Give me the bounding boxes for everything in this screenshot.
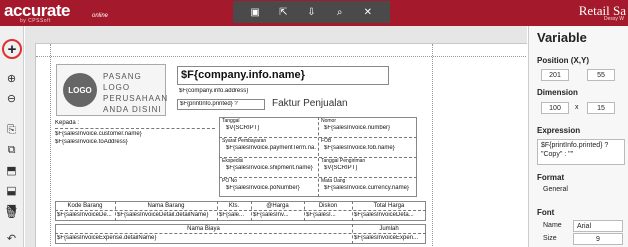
expression-input[interactable]: $F{printInfo.printed} ? "Copy" : "" bbox=[537, 139, 625, 165]
zoom-out-icon[interactable]: ⊖ bbox=[3, 90, 20, 107]
panel-title: Variable bbox=[537, 30, 587, 45]
format-value[interactable]: General bbox=[543, 186, 568, 193]
syarat-value[interactable]: $F{salesInvoice.paymentTerm.na... bbox=[226, 145, 316, 151]
tanggal-value[interactable]: $V{SCRIPT} bbox=[226, 125, 259, 131]
col-jumlah[interactable]: Jumlah bbox=[353, 226, 425, 232]
tanggal-label[interactable]: Tanggal bbox=[222, 118, 240, 124]
design-canvas[interactable]: LOGO PASANG LOGO PERUSAHAAN ANDA DISINI … bbox=[25, 26, 527, 247]
mata-uang-value[interactable]: $F{salesInvoice.currency.name} bbox=[324, 185, 409, 191]
nomor-value[interactable]: $F{salesInvoice.number} bbox=[324, 125, 390, 131]
col-harga[interactable]: @Harga bbox=[252, 203, 303, 209]
col-kts[interactable]: Kts. bbox=[218, 203, 250, 209]
dimension-width-input[interactable]: 100 bbox=[541, 102, 569, 114]
user-name: Dessy W bbox=[604, 16, 624, 22]
font-name-input[interactable]: Arial bbox=[573, 220, 623, 232]
font-size-label: Size bbox=[543, 235, 557, 242]
dimension-height-input[interactable]: 15 bbox=[587, 102, 615, 114]
font-name-label: Name bbox=[543, 222, 562, 229]
preview-icon[interactable]: ⌕ bbox=[332, 4, 348, 20]
save-icon[interactable]: ▣ bbox=[247, 4, 263, 20]
document-title[interactable]: Faktur Penjualan bbox=[272, 98, 348, 109]
left-toolbar: + ⊕ ⊖ ⎘ ⧉ ⬒ ⬓ ⬔ 🗑 ↶ bbox=[0, 26, 24, 247]
position-label: Position (X,Y) bbox=[537, 56, 589, 65]
cell-nama-biaya[interactable]: $F{salesInvoiceExpense.detailName} bbox=[57, 235, 351, 241]
brand-sub: by CPSSoft bbox=[20, 18, 51, 24]
col-nama-barang[interactable]: Nama Barang bbox=[116, 203, 216, 209]
logo-text: PASANG LOGO PERUSAHAAN ANDA DISINI bbox=[103, 72, 169, 114]
font-size-input[interactable]: 9 bbox=[573, 233, 623, 245]
cell-total-harga[interactable]: $F{salesInvoiceDeta... bbox=[354, 212, 425, 218]
expression-label: Expression bbox=[537, 126, 581, 135]
col-diskon[interactable]: Diskon bbox=[305, 203, 351, 209]
tglkirim-value[interactable]: $V{SCRIPT} bbox=[324, 165, 357, 171]
report-page[interactable]: LOGO PASANG LOGO PERUSAHAAN ANDA DISINI … bbox=[35, 43, 527, 247]
margin-guide-left bbox=[50, 44, 51, 247]
company-name-field[interactable]: $F{company.info.name} bbox=[177, 66, 389, 85]
cell-jumlah[interactable]: $F{salesInvoiceExpen... bbox=[354, 235, 425, 241]
bring-front-icon[interactable]: ⬒ bbox=[3, 162, 20, 179]
fob-label[interactable]: FOB bbox=[321, 138, 331, 144]
download-icon[interactable]: ⇩ bbox=[303, 4, 319, 20]
send-back-icon[interactable]: ⬓ bbox=[3, 182, 20, 199]
paste-icon[interactable]: ⧉ bbox=[3, 142, 20, 159]
position-x-input[interactable]: 201 bbox=[541, 69, 569, 81]
kepada-label[interactable]: Kepada : bbox=[55, 120, 79, 126]
col-kode-barang[interactable]: Kode Barang bbox=[56, 203, 114, 209]
customer-field[interactable]: $F{salesInvoice.customer.name} bbox=[55, 131, 142, 137]
to-address-field[interactable]: $F{salesInvoice.toAddress} bbox=[55, 139, 128, 145]
logo-placeholder[interactable]: LOGO PASANG LOGO PERUSAHAAN ANDA DISINI bbox=[56, 64, 169, 116]
tglkirim-label[interactable]: Tanggal Pengiriman bbox=[321, 158, 365, 164]
copy-icon[interactable]: ⎘ bbox=[3, 122, 20, 139]
dimension-label: Dimension bbox=[537, 88, 578, 97]
mata-uang-label[interactable]: Mata Uang bbox=[321, 178, 345, 184]
nomor-label[interactable]: Nomor bbox=[321, 118, 336, 124]
cell-kts[interactable]: $F{sale... bbox=[219, 212, 250, 218]
cell-diskon[interactable]: $F{salesI... bbox=[306, 212, 351, 218]
ekspedisi-value[interactable]: $F{salesInvoice.shipment.name} bbox=[226, 165, 316, 171]
dimension-separator: x bbox=[575, 104, 579, 111]
format-label: Format bbox=[537, 173, 565, 182]
undo-icon[interactable]: ↶ bbox=[3, 230, 20, 247]
margin-guide-right bbox=[432, 44, 433, 247]
cell-nama-barang[interactable]: $F{salesInvoiceDetail.detailName} bbox=[117, 212, 216, 218]
top-bar: accurate online by CPSSoft ▣ ⇱ ⇩ ⌕ ✕ Ret… bbox=[0, 0, 628, 26]
logo-circle: LOGO bbox=[63, 73, 97, 107]
col-nama-biaya[interactable]: Nama Biaya bbox=[56, 226, 351, 232]
designer-toolbar: ▣ ⇱ ⇩ ⌕ ✕ bbox=[233, 1, 390, 23]
brand-online: online bbox=[92, 13, 109, 19]
company-address-field[interactable]: $F{company.info.address} bbox=[179, 88, 248, 94]
close-icon[interactable]: ✕ bbox=[360, 4, 376, 20]
export-icon[interactable]: ⇱ bbox=[275, 4, 291, 20]
cell-kode-barang[interactable]: $F{salesInvoiceDe... bbox=[57, 212, 114, 218]
fob-value[interactable]: $F{salesInvoice.fob.name} bbox=[324, 145, 395, 151]
add-element-icon[interactable]: + bbox=[2, 39, 22, 59]
cell-harga[interactable]: $F{salesInv... bbox=[253, 212, 303, 218]
syarat-label[interactable]: Syarat Pembayaran bbox=[222, 138, 266, 144]
delete-icon[interactable]: 🗑 bbox=[3, 204, 20, 221]
col-total-harga[interactable]: Total Harga bbox=[353, 203, 425, 209]
po-label[interactable]: PO No bbox=[222, 178, 237, 184]
po-value[interactable]: $F{salesInvoice.poNumber} bbox=[226, 185, 300, 191]
properties-panel: Variable Position (X,Y) 201 55 Dimension… bbox=[528, 26, 628, 247]
position-y-input[interactable]: 55 bbox=[587, 69, 615, 81]
zoom-in-icon[interactable]: ⊕ bbox=[3, 70, 20, 87]
margin-guide-top bbox=[36, 56, 527, 57]
ekspedisi-label[interactable]: Ekspedisi bbox=[222, 158, 243, 164]
font-label: Font bbox=[537, 208, 555, 217]
printed-field[interactable]: $F{printInfo.printed} ? bbox=[177, 99, 265, 110]
